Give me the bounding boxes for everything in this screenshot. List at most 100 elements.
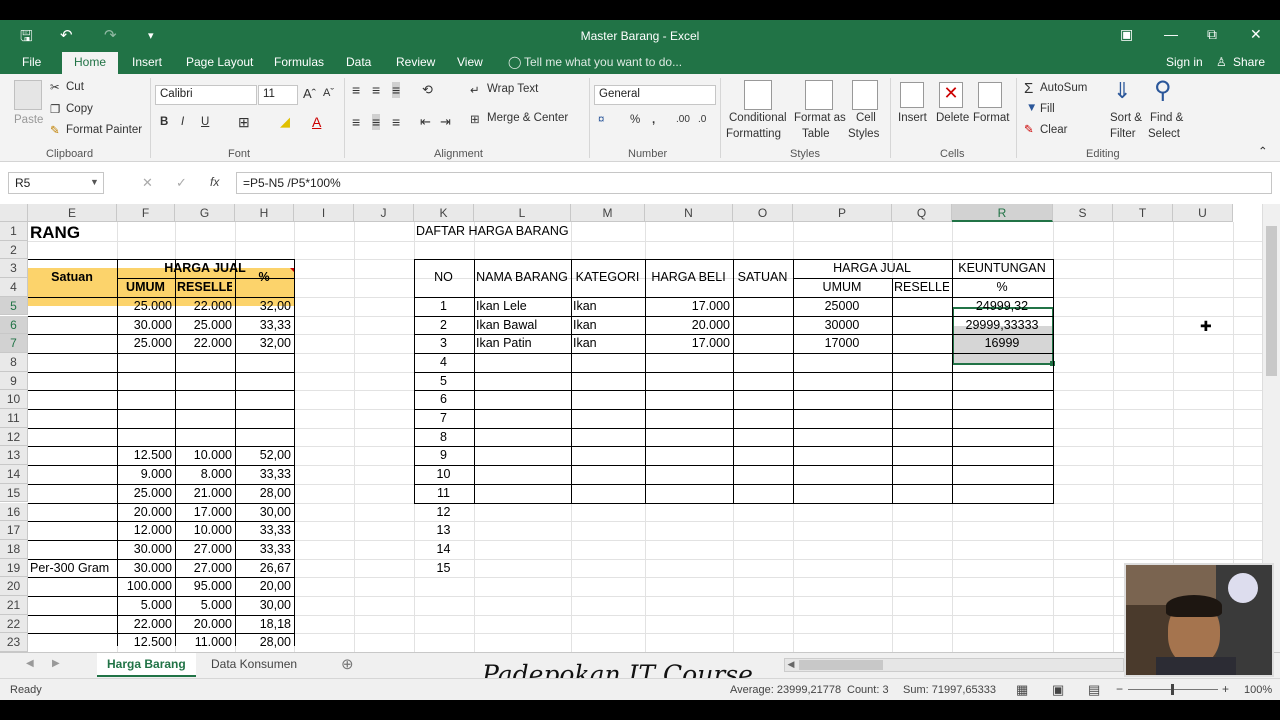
- insert-button[interactable]: Insert: [898, 112, 927, 124]
- reseller-cell[interactable]: 5.000: [177, 596, 232, 615]
- fill-button[interactable]: Fill: [1040, 103, 1055, 115]
- reseller-cell[interactable]: 27.000: [177, 559, 232, 578]
- format-as-table-button[interactable]: Format as: [794, 112, 846, 124]
- no-cell[interactable]: 2: [416, 316, 471, 335]
- merge-center-button[interactable]: Merge & Center: [487, 112, 568, 124]
- row-header[interactable]: 17: [0, 521, 28, 540]
- comma-button[interactable]: ,: [652, 114, 655, 126]
- close-icon[interactable]: ✕: [1250, 26, 1262, 43]
- zoom-level[interactable]: 100%: [1244, 684, 1272, 696]
- row-header[interactable]: 8: [0, 352, 28, 372]
- percent-cell[interactable]: 32,00: [237, 334, 291, 353]
- row-header[interactable]: 14: [0, 465, 28, 484]
- next-sheet-icon[interactable]: ▶: [52, 658, 60, 669]
- percent-cell[interactable]: 52,00: [237, 446, 291, 465]
- umum-cell[interactable]: 30.000: [119, 540, 172, 559]
- reseller-cell[interactable]: 8.000: [177, 465, 232, 484]
- column-header[interactable]: H: [235, 204, 294, 222]
- align-center-icon[interactable]: ≡: [372, 114, 381, 130]
- font-color-icon[interactable]: A: [312, 114, 321, 130]
- reseller-cell[interactable]: 11.000: [177, 633, 232, 652]
- umum-cell[interactable]: 100.000: [119, 577, 172, 596]
- no-cell[interactable]: 6: [416, 390, 471, 409]
- name-box-dropdown-icon[interactable]: ▼: [90, 177, 99, 187]
- cancel-icon[interactable]: ✕: [142, 175, 153, 191]
- align-left-icon[interactable]: ≡: [352, 114, 360, 130]
- horizontal-scroll-thumb[interactable]: [799, 660, 883, 670]
- row-header[interactable]: 10: [0, 390, 28, 409]
- umum-cell[interactable]: 30.000: [119, 559, 172, 578]
- row-header[interactable]: 21: [0, 596, 28, 615]
- wrap-text-button[interactable]: Wrap Text: [487, 83, 538, 95]
- keuntungan-cell[interactable]: 16999: [954, 334, 1050, 353]
- no-cell[interactable]: 15: [416, 559, 471, 578]
- font-name-select[interactable]: Calibri: [155, 85, 257, 105]
- keuntungan-cell[interactable]: 29999,33333: [954, 316, 1050, 335]
- row-header[interactable]: 16: [0, 502, 28, 522]
- no-cell[interactable]: 11: [416, 484, 471, 503]
- row-header[interactable]: 1: [0, 222, 28, 241]
- keuntungan-cell[interactable]: 24999,32: [954, 297, 1050, 316]
- row-header[interactable]: 9: [0, 371, 28, 391]
- percent-cell[interactable]: 32,00: [237, 297, 291, 316]
- umum-cell[interactable]: 20.000: [119, 503, 172, 522]
- nama-barang-cell[interactable]: Ikan Lele: [476, 297, 568, 316]
- row-header[interactable]: 12: [0, 427, 28, 447]
- harga-beli-header[interactable]: HARGA BELI: [647, 259, 730, 296]
- harga-beli-cell[interactable]: 17.000: [647, 297, 730, 316]
- autosum-button[interactable]: AutoSum: [1040, 82, 1087, 94]
- no-cell[interactable]: 14: [416, 540, 471, 559]
- umum-cell[interactable]: 5.000: [119, 596, 172, 615]
- umum-header[interactable]: UMUM: [119, 278, 172, 297]
- percent-cell[interactable]: 30,00: [237, 503, 291, 522]
- row-header[interactable]: 18: [0, 539, 28, 559]
- umum-cell[interactable]: 12.500: [119, 633, 172, 652]
- zoom-slider-thumb[interactable]: [1171, 684, 1174, 695]
- kategori-cell[interactable]: Ikan: [573, 316, 642, 335]
- row-header[interactable]: 4: [0, 278, 28, 297]
- minimize-icon[interactable]: —: [1164, 26, 1178, 42]
- zoom-out-icon[interactable]: −: [1116, 682, 1123, 696]
- row-header[interactable]: 5: [0, 296, 28, 316]
- row-header[interactable]: 15: [0, 483, 28, 503]
- umum-cell[interactable]: 17000: [795, 334, 889, 353]
- ribbon-display-icon[interactable]: ▣: [1120, 26, 1133, 43]
- number-format-select[interactable]: General: [594, 85, 716, 105]
- accounting-format-icon[interactable]: ¤: [598, 114, 604, 126]
- column-header[interactable]: Q: [892, 204, 952, 222]
- bold-button[interactable]: B: [160, 116, 168, 128]
- select-all-corner[interactable]: [0, 204, 28, 222]
- reseller-cell[interactable]: 10.000: [177, 521, 232, 540]
- formula-input[interactable]: =P5-N5 /P5*100%: [236, 172, 1272, 194]
- reseller-cell[interactable]: 22.000: [177, 297, 232, 316]
- align-right-icon[interactable]: ≡: [392, 114, 400, 130]
- row-header[interactable]: 7: [0, 334, 28, 353]
- tab-view[interactable]: View: [457, 55, 483, 69]
- new-sheet-icon[interactable]: ⊕: [341, 655, 354, 673]
- column-header[interactable]: G: [175, 204, 235, 222]
- kategori-header[interactable]: KATEGORI: [573, 259, 642, 296]
- reseller-cell[interactable]: 21.000: [177, 484, 232, 503]
- no-cell[interactable]: 12: [416, 503, 471, 522]
- kategori-cell[interactable]: Ikan: [573, 334, 642, 353]
- satuan-cell[interactable]: Per-300 Gram: [30, 559, 114, 578]
- reseller-cell[interactable]: 27.000: [177, 540, 232, 559]
- umum-cell[interactable]: 25000: [795, 297, 889, 316]
- column-header[interactable]: P: [793, 204, 892, 222]
- row-header[interactable]: 3: [0, 259, 28, 279]
- italic-button[interactable]: I: [181, 116, 184, 128]
- tab-data[interactable]: Data: [346, 55, 371, 69]
- percent-header[interactable]: %: [237, 259, 291, 296]
- enter-icon[interactable]: ✓: [176, 175, 187, 191]
- fill-color-icon[interactable]: ◢: [280, 114, 290, 130]
- column-header[interactable]: E: [28, 204, 117, 222]
- paste-button[interactable]: Paste: [14, 114, 43, 126]
- align-bottom-icon[interactable]: ≡: [392, 82, 401, 98]
- increase-decimal-icon[interactable]: .00: [676, 114, 690, 125]
- format-painter-button[interactable]: Format Painter: [66, 124, 142, 136]
- umum-cell[interactable]: 22.000: [119, 615, 172, 634]
- umum-cell[interactable]: 30.000: [119, 316, 172, 335]
- reseller-cell[interactable]: 10.000: [177, 446, 232, 465]
- reseller-cell[interactable]: 25.000: [177, 316, 232, 335]
- align-top-icon[interactable]: ≡: [352, 82, 360, 98]
